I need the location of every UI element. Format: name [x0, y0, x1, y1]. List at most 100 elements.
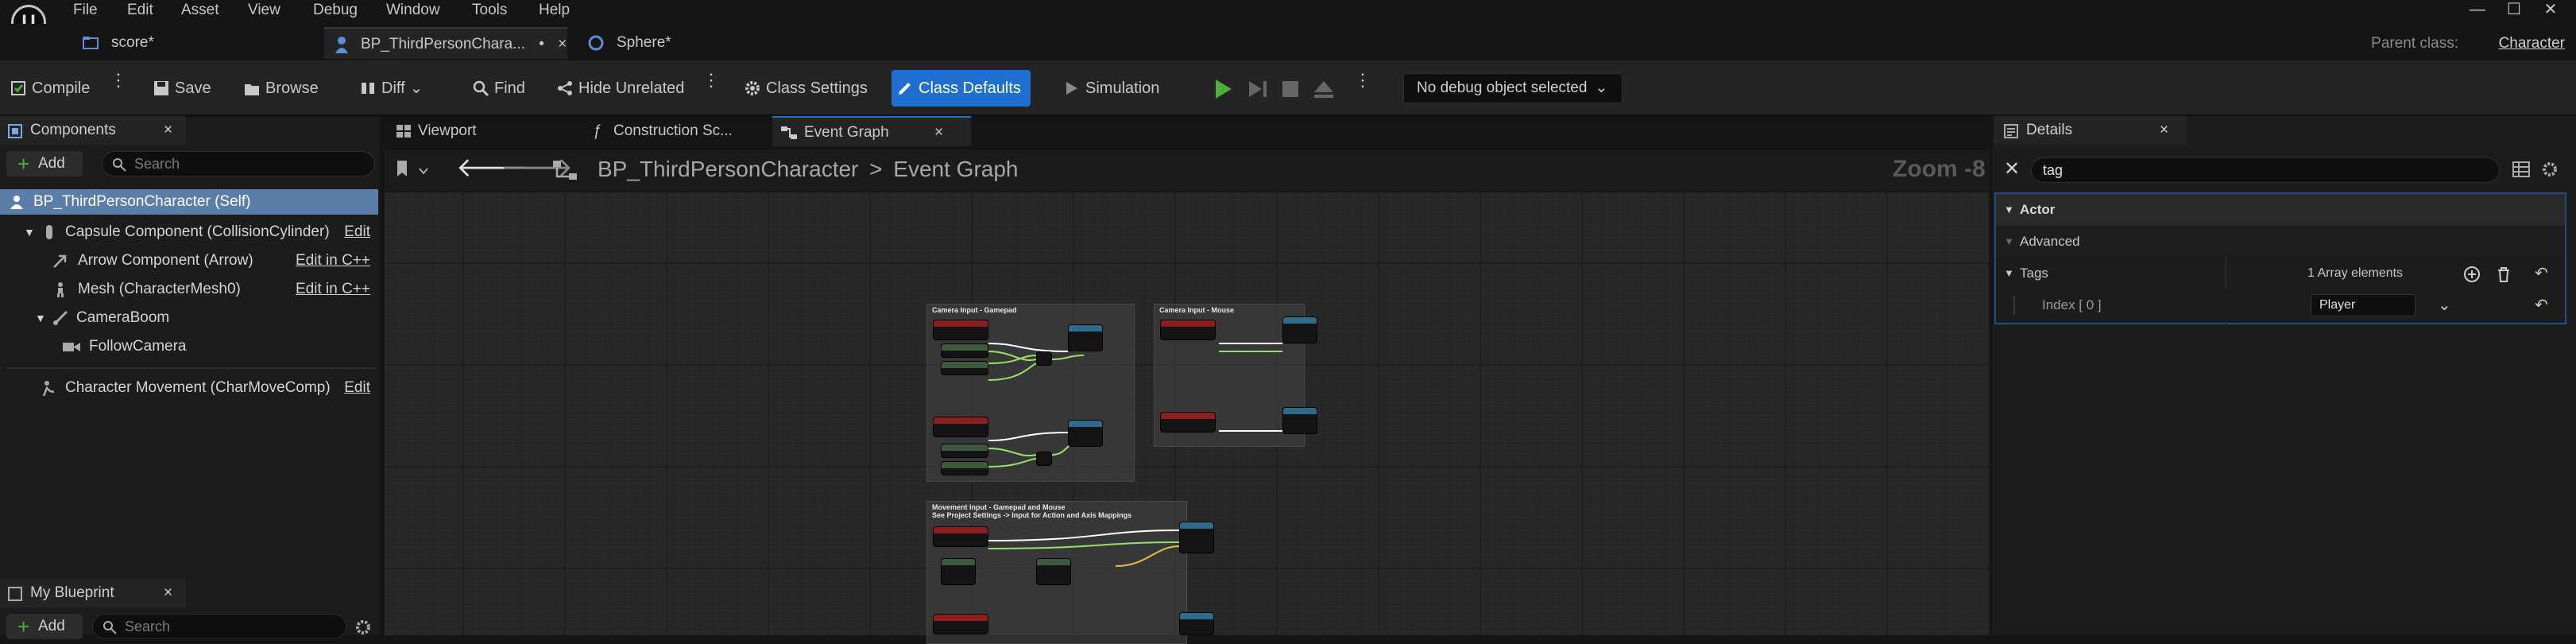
tree-item-followcamera[interactable]: FollowCamera: [62, 334, 378, 359]
doc-tab-sphere[interactable]: Sphere*: [580, 27, 755, 59]
doc-tab-score[interactable]: score*: [75, 27, 318, 59]
graph-node[interactable]: [1160, 320, 1216, 340]
bookmark-dropdown-icon[interactable]: [396, 159, 432, 181]
stop-icon[interactable]: [1276, 75, 1305, 103]
category-advanced[interactable]: ▼ Advanced: [1996, 226, 2565, 258]
graph-node[interactable]: [933, 526, 988, 547]
gear-icon[interactable]: [2541, 161, 2559, 178]
play-options-icon[interactable]: ⋮: [1354, 72, 1371, 100]
tree-item-capsule[interactable]: ▼ Capsule Component (CollisionCylinder) …: [24, 219, 378, 245]
property-index-0[interactable]: Index [ 0 ] Player ⌄ ↶: [1996, 289, 2565, 321]
graph-node[interactable]: [941, 343, 988, 358]
tag-value-input[interactable]: Player: [2311, 294, 2415, 316]
my-blueprint-tab[interactable]: My Blueprint ×: [0, 579, 186, 607]
graph-node[interactable]: [933, 320, 988, 340]
graph-node[interactable]: [1068, 324, 1103, 351]
debug-object-select[interactable]: No debug object selected ⌄: [1403, 73, 1623, 103]
menu-view[interactable]: View: [248, 0, 280, 21]
expand-arrow-icon[interactable]: ▼: [35, 305, 46, 331]
tab-construction-script[interactable]: ƒ Construction Sc...: [585, 116, 768, 146]
clear-search-icon[interactable]: ✕: [2004, 157, 2020, 181]
graph-node[interactable]: [933, 417, 988, 437]
save-button[interactable]: Save: [148, 70, 211, 107]
graph-node[interactable]: [1036, 452, 1052, 466]
graph-node[interactable]: [1068, 420, 1103, 447]
tree-item-mesh[interactable]: Mesh (CharacterMesh0) Edit in C++: [49, 277, 378, 302]
close-panel-icon[interactable]: ×: [164, 579, 172, 607]
add-component-button[interactable]: + Add: [6, 151, 83, 177]
graph-node[interactable]: [1160, 412, 1216, 433]
tree-item-arrow[interactable]: Arrow Component (Arrow) Edit in C++: [49, 248, 378, 274]
graph-node[interactable]: [941, 461, 988, 475]
class-settings-button[interactable]: Class Settings: [739, 70, 868, 107]
menu-edit[interactable]: Edit: [127, 0, 153, 21]
tab-viewport[interactable]: Viewport: [389, 116, 572, 146]
tree-item-charmove[interactable]: Character Movement (CharMoveComp) Edit: [35, 375, 378, 401]
graph-node[interactable]: [1282, 407, 1317, 434]
edit-link[interactable]: Edit: [344, 375, 370, 401]
play-icon[interactable]: [1208, 75, 1236, 103]
diff-button[interactable]: Diff ⌄: [354, 70, 423, 107]
eject-icon[interactable]: [1309, 75, 1338, 103]
edit-link[interactable]: Edit: [344, 219, 370, 245]
tab-event-graph[interactable]: Event Graph ×: [772, 116, 971, 146]
details-search-input[interactable]: tag: [2031, 157, 2500, 183]
menu-tools[interactable]: Tools: [472, 0, 507, 21]
menu-window[interactable]: Window: [386, 0, 440, 21]
doc-tab-bp-thirdperson[interactable]: BP_ThirdPersonChara... • ×: [324, 27, 567, 59]
hide-unrelated-options-icon[interactable]: ⋮: [702, 72, 720, 100]
menu-debug[interactable]: Debug: [313, 0, 358, 21]
compile-options-icon[interactable]: ⋮: [110, 72, 127, 100]
maximize-button[interactable]: ☐: [2497, 0, 2532, 21]
components-search-input[interactable]: Search: [102, 151, 375, 177]
add-element-icon[interactable]: [2463, 266, 2481, 283]
close-panel-icon[interactable]: ×: [2160, 116, 2168, 145]
reset-to-default-icon[interactable]: ↶: [2535, 289, 2548, 321]
plus-icon: +: [17, 152, 30, 176]
hide-unrelated-button[interactable]: Hide Unrelated: [551, 70, 684, 107]
class-defaults-button[interactable]: Class Defaults: [892, 70, 1031, 107]
graph-node[interactable]: [1036, 351, 1052, 366]
my-blueprint-search-input[interactable]: Search: [92, 614, 346, 639]
parent-class-link[interactable]: Character: [2499, 32, 2565, 56]
close-window-button[interactable]: ✕: [2533, 0, 2568, 21]
simulation-button[interactable]: Simulation: [1058, 70, 1159, 107]
minimize-button[interactable]: —: [2460, 0, 2495, 21]
graph-node[interactable]: [941, 361, 988, 375]
graph-node[interactable]: [1179, 522, 1214, 553]
expand-arrow-icon[interactable]: ▼: [24, 219, 35, 245]
edit-in-cpp-link[interactable]: Edit in C++: [296, 248, 370, 274]
table-view-icon[interactable]: [2512, 161, 2530, 178]
add-blueprint-item-button[interactable]: + Add: [6, 614, 83, 639]
breadcrumb-root[interactable]: BP_ThirdPersonCharacter: [598, 157, 858, 181]
chevron-down-icon[interactable]: ⌄: [2438, 289, 2451, 321]
menu-file[interactable]: File: [73, 0, 98, 21]
graph-node[interactable]: [941, 558, 976, 585]
property-tags[interactable]: ▼ Tags 1 Array elements ↶: [1996, 258, 2565, 289]
step-icon[interactable]: [1243, 75, 1271, 103]
gear-icon[interactable]: [354, 619, 372, 636]
close-panel-icon[interactable]: ×: [164, 116, 172, 145]
graph-node[interactable]: [933, 614, 988, 634]
graph-node[interactable]: [1179, 612, 1214, 635]
trash-icon[interactable]: [2495, 266, 2512, 283]
components-tab[interactable]: Components ×: [0, 116, 186, 145]
browse-button[interactable]: Browse: [238, 70, 319, 107]
camera-icon: [63, 343, 80, 351]
graph-node[interactable]: [1282, 316, 1317, 343]
graph-node[interactable]: [1036, 558, 1071, 585]
menu-help[interactable]: Help: [539, 0, 570, 21]
find-button[interactable]: Find: [467, 70, 525, 107]
reset-to-default-icon[interactable]: ↶: [2535, 258, 2548, 289]
graph-node[interactable]: [941, 444, 988, 458]
edit-in-cpp-link[interactable]: Edit in C++: [296, 277, 370, 302]
category-actor[interactable]: ▼ Actor: [1996, 194, 2565, 226]
details-tab[interactable]: Details ×: [1994, 116, 2187, 145]
close-tab-icon[interactable]: ×: [934, 118, 943, 148]
compile-button[interactable]: Compile: [5, 70, 90, 107]
tree-item-self[interactable]: BP_ThirdPersonCharacter (Self): [0, 189, 378, 215]
menu-asset[interactable]: Asset: [181, 0, 219, 21]
tree-item-cameraboom[interactable]: ▼ CameraBoom: [35, 305, 378, 331]
close-tab-icon[interactable]: ×: [558, 36, 567, 52]
event-graph-canvas[interactable]: Camera Input - Gamepad Camera Input - Mo…: [385, 192, 1990, 644]
